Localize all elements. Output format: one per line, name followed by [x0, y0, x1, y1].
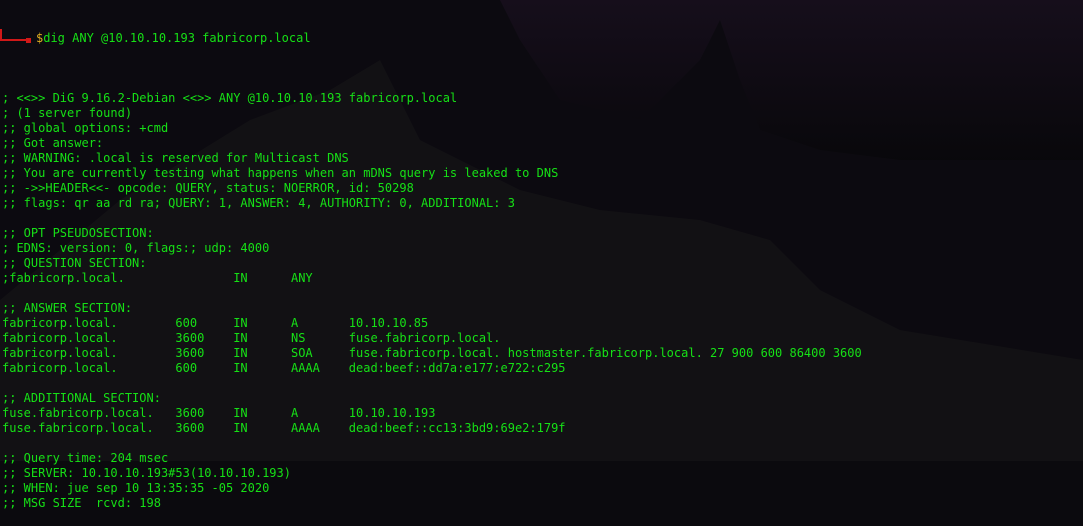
terminal-output: $dig ANY @10.10.10.193 fabricorp.local ;…: [0, 1, 862, 526]
output-line: ;; ANSWER SECTION:: [2, 301, 133, 315]
output-line: ;fabricorp.local. IN ANY: [2, 271, 313, 285]
output-line: ; EDNS: version: 0, flags:; udp: 4000: [2, 241, 270, 255]
output-line: ;; ->>HEADER<<- opcode: QUERY, status: N…: [2, 181, 414, 195]
output-line: ;; ADDITIONAL SECTION:: [2, 391, 161, 405]
output-line: ; (1 server found): [2, 106, 133, 120]
output-line: ; <<>> DiG 9.16.2-Debian <<>> ANY @10.10…: [2, 91, 458, 105]
command-text: dig ANY @10.10.10.193 fabricorp.local: [43, 31, 311, 45]
output-line: ;; WARNING: .local is reserved for Multi…: [2, 151, 349, 165]
output-line: fabricorp.local. 3600 IN NS fuse.fabrico…: [2, 331, 501, 345]
output-line: ;; SERVER: 10.10.10.193#53(10.10.10.193): [2, 466, 291, 480]
output-line: ;; global options: +cmd: [2, 121, 169, 135]
output-line: fabricorp.local. 600 IN AAAA dead:beef::…: [2, 361, 566, 375]
output-line: fabricorp.local. 600 IN A 10.10.10.85: [2, 316, 429, 330]
output-line: ;; MSG SIZE rcvd: 198: [2, 496, 161, 510]
output-line: ;; QUESTION SECTION:: [2, 256, 147, 270]
output-line: ;; OPT PSEUDOSECTION:: [2, 226, 154, 240]
output-line: ;; Got answer:: [2, 136, 104, 150]
output-line: ;; WHEN: jue sep 10 13:35:35 -05 2020: [2, 481, 270, 495]
output-line: ;; Query time: 204 msec: [2, 451, 169, 465]
output-line: fabricorp.local. 3600 IN SOA fuse.fabric…: [2, 346, 862, 360]
output-line: ;; You are currently testing what happen…: [2, 166, 559, 180]
prompt-line: $dig ANY @10.10.10.193 fabricorp.local: [0, 29, 862, 46]
output-line: fuse.fabricorp.local. 3600 IN A 10.10.10…: [2, 406, 436, 420]
output-line: fuse.fabricorp.local. 3600 IN AAAA dead:…: [2, 421, 566, 435]
output-line: ;; flags: qr aa rd ra; QUERY: 1, ANSWER:…: [2, 196, 515, 210]
prompt-corner-decoration: [0, 29, 31, 43]
